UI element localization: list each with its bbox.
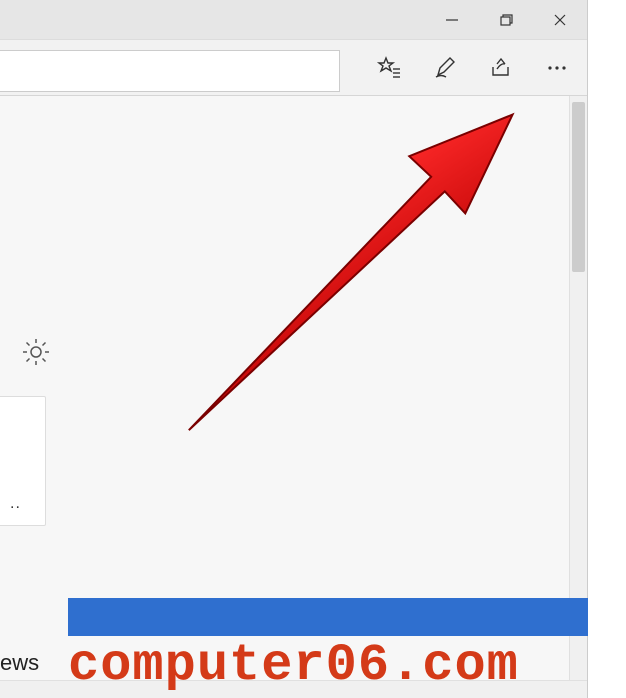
address-bar[interactable] — [0, 50, 340, 92]
settings-button[interactable] — [18, 334, 54, 370]
content-card[interactable]: .. — [0, 396, 46, 526]
card-ellipsis: .. — [10, 495, 21, 513]
favorites-button[interactable] — [367, 46, 411, 90]
share-icon — [488, 55, 514, 81]
watermark-text: computer06.com — [68, 636, 519, 695]
minimize-icon — [445, 13, 459, 27]
window-minimize-button[interactable] — [425, 0, 479, 40]
restore-icon — [498, 12, 514, 28]
window-close-button[interactable] — [533, 0, 587, 40]
text-fragment-ews: ews — [0, 650, 39, 676]
more-dots-icon — [544, 55, 570, 81]
close-icon — [553, 13, 567, 27]
blue-bar-overlay — [68, 598, 588, 636]
star-list-icon — [376, 55, 402, 81]
more-button[interactable] — [535, 46, 579, 90]
scroll-thumb[interactable] — [572, 102, 585, 272]
window-restore-button[interactable] — [479, 0, 533, 40]
window-title-bar — [0, 0, 587, 40]
vertical-scrollbar[interactable] — [569, 96, 587, 680]
web-notes-button[interactable] — [423, 46, 467, 90]
browser-window: .. ews — [0, 0, 588, 698]
share-button[interactable] — [479, 46, 523, 90]
gear-icon — [21, 337, 51, 367]
page-content: .. ews — [0, 96, 587, 680]
pen-icon — [432, 55, 458, 81]
